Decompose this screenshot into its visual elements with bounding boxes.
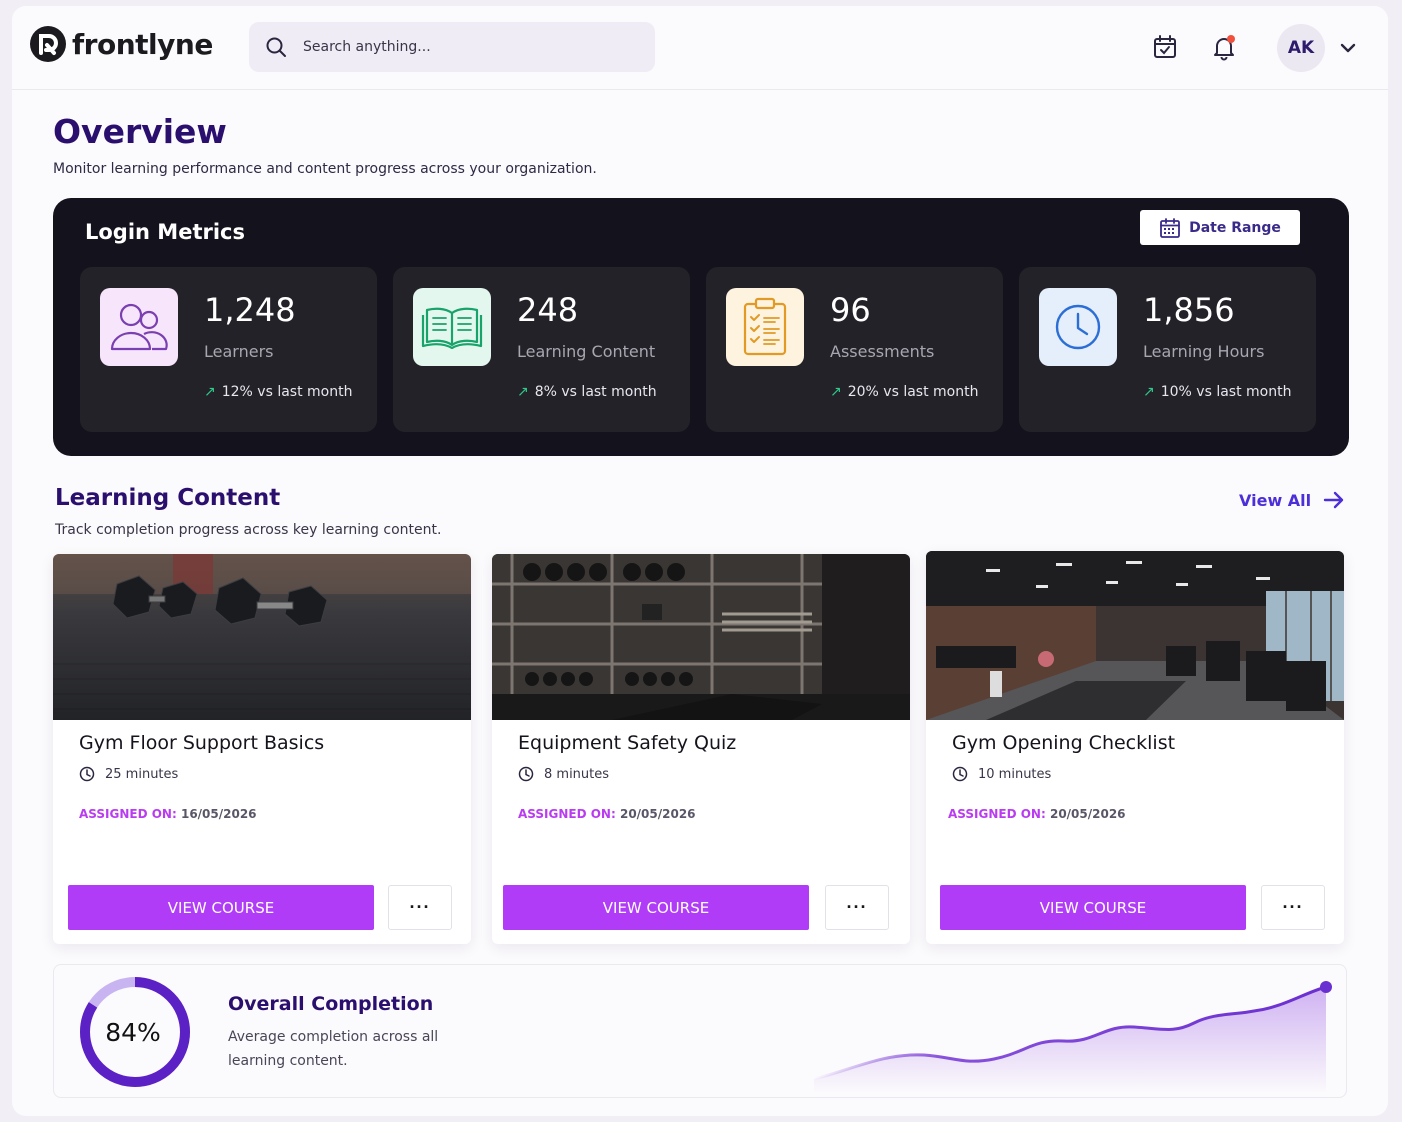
overall-completion-panel: 84% Overall Completion Average completio…	[53, 964, 1347, 1098]
completion-subtitle: Average completion across all learning c…	[228, 1029, 439, 1069]
bell-icon	[1214, 35, 1235, 61]
assigned-label: ASSIGNED ON:	[948, 807, 1046, 821]
metric-trend: ↗ 10% vs last month	[1143, 384, 1291, 400]
more-options-button[interactable]: ···	[825, 885, 889, 930]
metric-label: Learning Content	[517, 342, 656, 361]
course-title: Gym Opening Checklist	[952, 732, 1176, 754]
more-options-button[interactable]: ···	[388, 885, 452, 930]
course-assigned: ASSIGNED ON: 20/05/2026	[518, 807, 696, 821]
brand-name: frontlyne	[72, 27, 213, 61]
assigned-date: 20/05/2026	[1049, 807, 1126, 821]
course-card: Gym Opening Checklist 10 minutes ASSIGNE…	[926, 551, 1344, 944]
view-course-button[interactable]: VIEW COURSE	[940, 885, 1246, 930]
sparkline-end-point	[1320, 981, 1332, 993]
trend-up-icon: ↗	[517, 384, 529, 400]
metric-value: 96	[830, 291, 871, 329]
metric-trend-text: 8% vs last month	[534, 384, 657, 400]
assigned-date: 20/05/2026	[619, 807, 696, 821]
logo-mark-icon	[30, 26, 66, 62]
metric-label: Learning Hours	[1143, 342, 1265, 361]
metric-label: Assessments	[830, 342, 935, 361]
completion-title: Overall Completion	[228, 993, 434, 1015]
book-icon	[413, 288, 491, 366]
calendar-icon	[1160, 217, 1180, 238]
course-assigned: ASSIGNED ON: 20/05/2026	[948, 807, 1126, 821]
course-duration-text: 10 minutes	[978, 766, 1052, 782]
metric-trend: ↗ 20% vs last month	[830, 384, 978, 400]
clock-icon	[518, 766, 534, 782]
page-title: Overview	[53, 112, 227, 151]
metric-value: 248	[517, 291, 579, 329]
course-duration-text: 8 minutes	[544, 766, 610, 782]
trend-up-icon: ↗	[204, 384, 216, 400]
notifications-button[interactable]	[1209, 32, 1239, 62]
date-range-label: Date Range	[1189, 219, 1281, 236]
clipboard-checklist-icon	[726, 288, 804, 366]
completion-trend-sparkline	[813, 981, 1332, 1093]
app-frame: frontlyne AK	[12, 6, 1388, 1116]
users-icon	[100, 288, 178, 366]
trend-up-icon: ↗	[1143, 384, 1155, 400]
search-bar[interactable]	[249, 22, 655, 72]
course-card: Equipment Safety Quiz 8 minutes ASSIGNED…	[492, 554, 910, 944]
course-duration: 10 minutes	[952, 766, 1051, 782]
metrics-title: Login Metrics	[85, 220, 245, 244]
metric-trend: ↗ 8% vs last month	[517, 384, 657, 400]
course-duration-text: 25 minutes	[105, 766, 179, 782]
clock-icon	[1039, 288, 1117, 366]
chevron-down-icon[interactable]	[1336, 36, 1360, 60]
learning-content-title: Learning Content	[55, 485, 281, 511]
calendar-button[interactable]	[1150, 32, 1180, 62]
user-avatar[interactable]: AK	[1277, 24, 1325, 72]
metric-value: 1,856	[1143, 291, 1235, 329]
clock-icon	[952, 766, 968, 782]
search-input[interactable]	[303, 39, 623, 55]
view-course-button[interactable]: VIEW COURSE	[68, 885, 374, 930]
course-title: Gym Floor Support Basics	[79, 732, 325, 754]
metric-card-learners[interactable]: 1,248 Learners ↗ 12% vs last month	[80, 267, 377, 432]
metric-trend-text: 10% vs last month	[1160, 384, 1292, 400]
gym-interior-photo	[926, 551, 1344, 720]
metric-trend-text: 12% vs last month	[221, 384, 353, 400]
metric-label: Learners	[204, 342, 274, 361]
search-icon	[266, 37, 286, 57]
assigned-label: ASSIGNED ON:	[518, 807, 616, 821]
course-duration: 8 minutes	[518, 766, 609, 782]
metric-card-assessments[interactable]: 96 Assessments ↗ 20% vs last month	[706, 267, 1003, 432]
brand-logo[interactable]: frontlyne	[30, 26, 213, 62]
metric-value: 1,248	[204, 291, 296, 329]
calendar-check-icon	[1154, 35, 1176, 58]
view-all-link[interactable]: View All	[1239, 490, 1345, 510]
view-all-label: View All	[1239, 490, 1312, 510]
dumbbells-photo	[53, 554, 471, 720]
weights-rack-photo	[492, 554, 910, 720]
course-duration: 25 minutes	[79, 766, 178, 782]
assigned-date: 16/05/2026	[180, 807, 257, 821]
top-bar: frontlyne AK	[12, 6, 1388, 90]
login-metrics-panel: Login Metrics Date Range 1,248 Learners	[53, 198, 1349, 456]
course-assigned: ASSIGNED ON: 16/05/2026	[79, 807, 257, 821]
metric-card-learning-content[interactable]: 248 Learning Content ↗ 8% vs last month	[393, 267, 690, 432]
metric-trend-text: 20% vs last month	[847, 384, 979, 400]
more-options-button[interactable]: ···	[1261, 885, 1325, 930]
trend-up-icon: ↗	[830, 384, 842, 400]
assigned-label: ASSIGNED ON:	[79, 807, 177, 821]
date-range-button[interactable]: Date Range	[1140, 210, 1300, 245]
course-title: Equipment Safety Quiz	[518, 732, 737, 754]
arrow-right-icon	[1323, 491, 1344, 509]
metric-card-learning-hours[interactable]: 1,856 Learning Hours ↗ 10% vs last month	[1019, 267, 1316, 432]
metric-trend: ↗ 12% vs last month	[204, 384, 352, 400]
clock-icon	[79, 766, 95, 782]
page-subtitle: Monitor learning performance and content…	[53, 161, 597, 177]
completion-percent: 84%	[105, 1017, 161, 1047]
course-card: Gym Floor Support Basics 25 minutes ASSI…	[53, 554, 471, 944]
view-course-button[interactable]: VIEW COURSE	[503, 885, 809, 930]
learning-content-subtitle: Track completion progress across key lea…	[55, 522, 442, 538]
